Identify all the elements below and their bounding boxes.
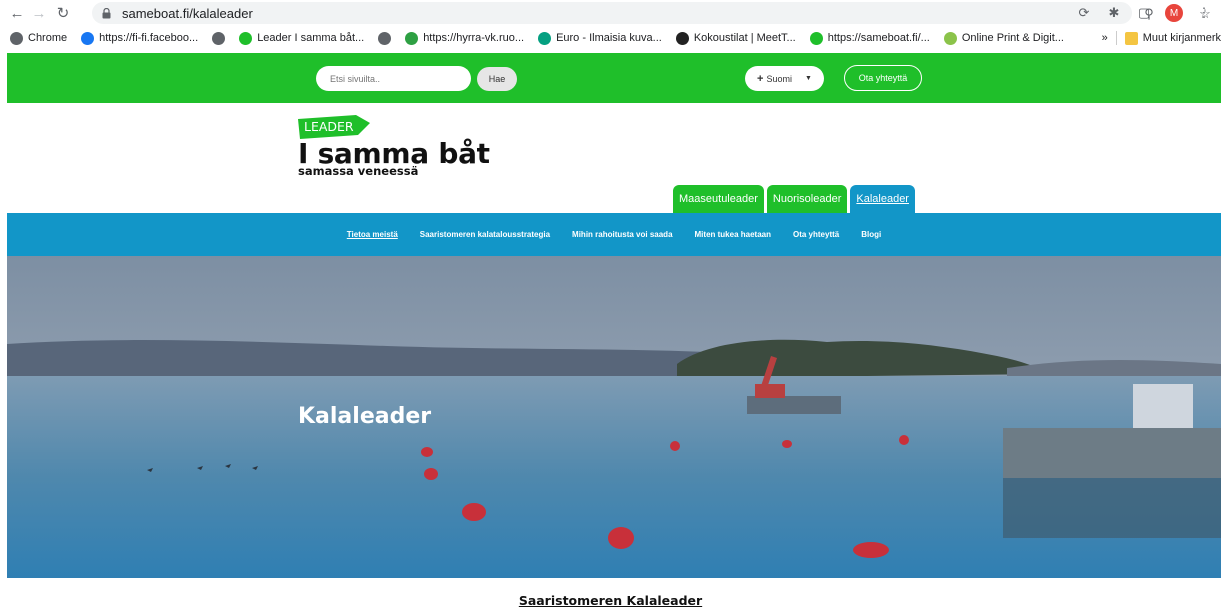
hero-banner: Kalaleader [7,256,1221,578]
side-panel-icon[interactable]: ▢ [1135,4,1153,22]
nav-link[interactable]: Ota yhteyttä [793,230,839,239]
other-bookmarks-folder[interactable]: Muut kirjanmerk [1124,31,1221,45]
contact-button[interactable]: Ota yhteyttä [844,65,922,91]
site-top-bar: Hae + Suomi ▼ Ota yhteyttä [7,53,1221,103]
address-bar[interactable]: sameboat.fi/kalaleader ⚲ ⇪ ☆ [92,2,1211,24]
folder-icon [1124,31,1138,45]
bookmark-item[interactable]: https://hyrra-vk.ruo... [405,31,525,45]
caret-down-icon: ▼ [805,75,812,82]
leader-tag: LEADER [298,113,370,141]
sync-icon[interactable]: ⟳ [1075,4,1093,22]
bookmark-label: Euro - Ilmaisia kuva... [556,32,662,44]
extensions-icon[interactable]: ✱ [1105,4,1123,22]
nav-link[interactable]: Blogi [861,230,881,239]
nav-link[interactable]: Mihin rahoitusta voi saada [572,230,672,239]
site-logo[interactable]: LEADER I samma båt samassa veneessä [298,113,490,178]
forward-icon[interactable]: → [28,2,50,24]
bookmark-item[interactable]: Chrome [10,31,68,45]
bookmark-favicon-icon [239,31,253,45]
bookmarks-bar-right: » Muut kirjanmerk [1095,26,1221,50]
lock-icon [102,7,114,19]
bookmark-favicon-icon [675,31,689,45]
bookmark-item[interactable]: Euro - Ilmaisia kuva... [538,31,662,45]
main-navigation: Tietoa meistä Saaristomeren kalatalousstr… [7,213,1221,256]
menu-icon[interactable]: ⋮ [1195,4,1213,22]
nav-link[interactable]: Miten tukea haetaan [695,230,771,239]
nav-link[interactable]: Tietoa meistä [347,230,398,239]
bookmark-item[interactable] [378,31,392,45]
bookmark-label: Kokoustilat | MeetT... [693,32,796,44]
bookmark-label: https://fi-fi.faceboo... [99,32,199,44]
bookmarks-overflow-button[interactable]: » [1102,32,1108,44]
language-label: Suomi [766,73,792,84]
bookmark-favicon-icon [378,31,392,45]
leader-tabs: Maaseutuleader Nuorisoleader Kalaleader [673,185,915,213]
bookmark-item[interactable] [212,31,226,45]
bookmark-item[interactable]: Kokoustilat | MeetT... [675,31,796,45]
plus-icon: + [757,72,764,85]
bookmark-favicon-icon [212,31,226,45]
bookmark-favicon-icon [943,31,957,45]
bookmark-item[interactable]: Leader I samma båt... [239,31,365,45]
tab-maaseutuleader[interactable]: Maaseutuleader [673,185,764,213]
site-search-input[interactable] [316,66,471,91]
section-heading-text: Saaristomeren Kalaleader [518,593,703,608]
tab-kalaleader[interactable]: Kalaleader [850,185,915,213]
bookmark-label: https://sameboat.fi/... [827,32,930,44]
bookmark-item[interactable]: Online Print & Digit... [943,31,1064,45]
other-bookmarks-label: Muut kirjanmerk [1142,32,1221,44]
back-icon[interactable]: ← [6,2,28,24]
bookmark-item[interactable]: https://sameboat.fi/... [809,31,930,45]
hero-title: Kalaleader [298,404,432,429]
leader-tag-label: LEADER [304,119,354,134]
bookmark-favicon-icon [809,31,823,45]
search-button[interactable]: Hae [477,67,517,91]
bookmarks-bar: Chrome https://fi-fi.faceboo... Leader I s… [0,26,1221,50]
bookmark-item[interactable]: https://fi-fi.faceboo... [81,31,199,45]
bookmark-label: Online Print & Digit... [961,32,1064,44]
bookmark-favicon-icon [538,31,552,45]
bookmark-label: Leader I samma båt... [257,32,365,44]
url-text: sameboat.fi/kalaleader [122,5,253,21]
profile-avatar[interactable]: M [1165,4,1183,22]
hero-lake-image [7,256,1221,578]
reload-icon[interactable]: ↻ [52,2,74,24]
tab-nuorisoleader[interactable]: Nuorisoleader [766,185,848,213]
bookmark-label: https://hyrra-vk.ruo... [423,32,525,44]
bookmark-label: Chrome [28,32,68,44]
browser-toolbar: ← → ↻ sameboat.fi/kalaleader ⚲ ⇪ ☆ ⟳ ✱ ▢… [0,0,1221,26]
bookmark-favicon-icon [81,31,95,45]
divider [1115,31,1117,45]
nav-link[interactable]: Saaristomeren kalatalousstrategia [420,230,550,239]
section-heading: Saaristomeren Kalaleader [0,593,1221,608]
language-selector[interactable]: + Suomi ▼ [745,66,824,91]
bookmark-favicon-icon [10,31,23,45]
bookmark-favicon-icon [405,31,419,45]
